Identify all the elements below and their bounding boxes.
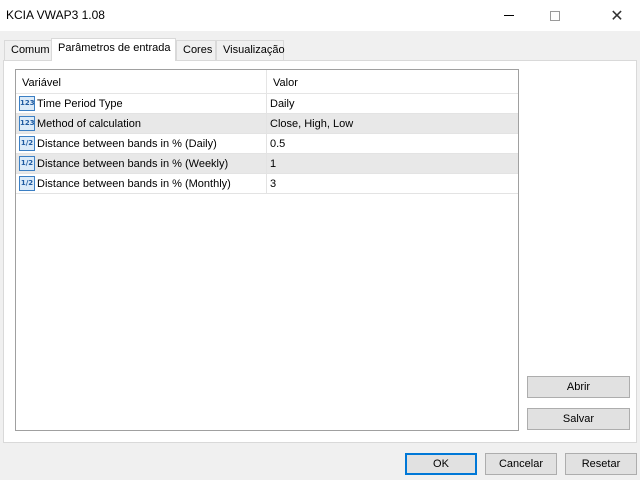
close-button[interactable]: ✕ bbox=[594, 0, 640, 31]
cell-divider bbox=[266, 114, 267, 134]
tab-parametros-de-entrada[interactable]: Parâmetros de entrada bbox=[51, 38, 176, 61]
integer-enum-icon: 123 bbox=[19, 116, 35, 131]
tab-cores[interactable]: Cores bbox=[176, 40, 216, 60]
grid-header: Variável Valor bbox=[16, 70, 518, 94]
tab-visualizacao[interactable]: Visualização bbox=[216, 40, 285, 60]
row-value[interactable]: 1 bbox=[270, 158, 276, 170]
title-bar: KCIA VWAP3 1.08 ✕ bbox=[0, 0, 640, 31]
fraction-number-icon: 1/2 bbox=[19, 136, 35, 151]
row-variable-name: Distance between bands in % (Weekly) bbox=[37, 158, 229, 170]
tab-strip: Comum Parâmetros de entrada Cores Visual… bbox=[0, 38, 640, 61]
table-row[interactable]: 123 Time Period Type Daily bbox=[16, 94, 518, 114]
column-header-variable[interactable]: Variável bbox=[22, 77, 61, 89]
maximize-icon bbox=[550, 10, 560, 21]
ok-button[interactable]: OK bbox=[405, 453, 477, 475]
cancel-button[interactable]: Cancelar bbox=[485, 453, 557, 475]
parameters-grid: Variável Valor 123 Time Period Type Dail… bbox=[15, 69, 519, 431]
reset-button[interactable]: Resetar bbox=[565, 453, 637, 475]
close-icon: ✕ bbox=[610, 5, 624, 25]
cell-divider bbox=[266, 134, 267, 154]
row-variable-name: Distance between bands in % (Monthly) bbox=[37, 178, 231, 190]
table-row[interactable]: 1/2 Distance between bands in % (Daily) … bbox=[16, 134, 518, 154]
cell-divider bbox=[266, 154, 267, 174]
row-value[interactable]: Daily bbox=[270, 98, 294, 110]
table-row[interactable]: 123 Method of calculation Close, High, L… bbox=[16, 114, 518, 134]
integer-enum-icon: 123 bbox=[19, 96, 35, 111]
tab-comum[interactable]: Comum bbox=[4, 40, 52, 60]
table-row[interactable]: 1/2 Distance between bands in % (Weekly)… bbox=[16, 154, 518, 174]
row-value[interactable]: Close, High, Low bbox=[270, 118, 353, 130]
cell-divider bbox=[266, 94, 267, 114]
row-variable-name: Distance between bands in % (Daily) bbox=[37, 138, 217, 150]
fraction-number-icon: 1/2 bbox=[19, 156, 35, 171]
fraction-number-icon: 1/2 bbox=[19, 176, 35, 191]
minimize-icon bbox=[504, 15, 514, 16]
row-variable-name: Time Period Type bbox=[37, 98, 123, 110]
window-title: KCIA VWAP3 1.08 bbox=[6, 8, 105, 22]
column-header-value[interactable]: Valor bbox=[273, 77, 298, 89]
minimize-button[interactable] bbox=[486, 0, 532, 31]
save-button[interactable]: Salvar bbox=[527, 408, 630, 430]
row-value[interactable]: 3 bbox=[270, 178, 276, 190]
table-row[interactable]: 1/2 Distance between bands in % (Monthly… bbox=[16, 174, 518, 194]
row-variable-name: Method of calculation bbox=[37, 118, 141, 130]
open-button[interactable]: Abrir bbox=[527, 376, 630, 398]
column-divider[interactable] bbox=[266, 70, 267, 94]
maximize-button[interactable] bbox=[532, 0, 578, 31]
row-value[interactable]: 0.5 bbox=[270, 138, 285, 150]
cell-divider bbox=[266, 174, 267, 194]
